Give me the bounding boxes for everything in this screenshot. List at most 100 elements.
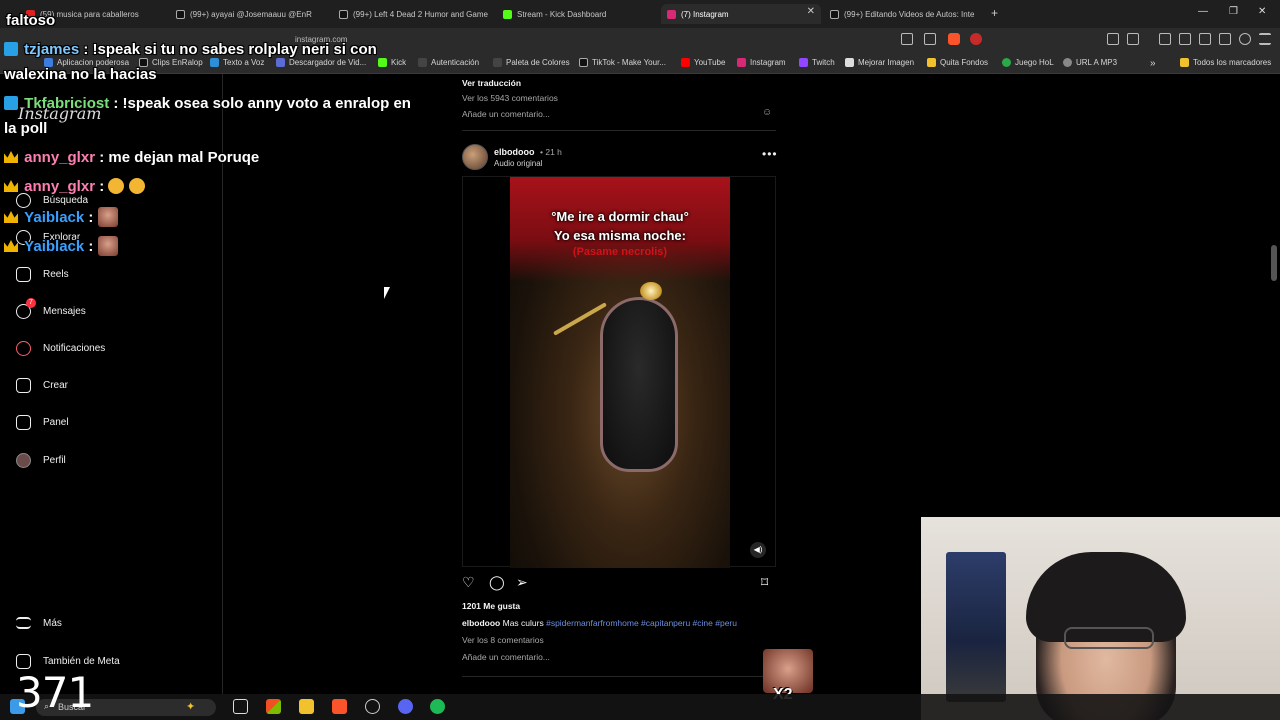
media-icon[interactable]: [1159, 33, 1171, 45]
post-author-avatar[interactable]: [462, 144, 488, 170]
video-scene-shoe: [600, 297, 678, 472]
video-caption-mid: Yo esa misma noche:: [554, 228, 686, 243]
crown-badge-icon: [4, 180, 18, 192]
bookmark[interactable]: Kick: [378, 58, 406, 67]
sidebar-item-tambien-de-meta[interactable]: También de Meta: [16, 654, 120, 669]
chat-username: Tkfabriciost: [24, 95, 110, 112]
add-comment-field[interactable]: Añade un comentario...: [462, 652, 550, 662]
tab-label: (99+) Left 4 Dead 2 Humor and Game: [353, 9, 488, 19]
face-emote-icon: [97, 236, 118, 256]
tiktok-icon: [579, 58, 588, 67]
sidebar-item-perfil[interactable]: Perfil: [16, 453, 66, 468]
brave-rewards-icon[interactable]: [970, 33, 982, 45]
bookmark[interactable]: Mejorar Imagen: [845, 58, 914, 67]
bookmark[interactable]: Quita Fondos: [927, 58, 988, 67]
bookmark[interactable]: Texto a Voz: [210, 58, 264, 67]
audio-toggle-icon[interactable]: ◀): [750, 542, 766, 558]
sidebar-item-panel[interactable]: Panel: [16, 415, 69, 430]
bookmark-favicon: [927, 58, 936, 67]
close-tab-icon[interactable]: ✕: [807, 6, 815, 17]
chat-message: Tkfabriciost : !speak osea solo anny vot…: [4, 95, 411, 113]
obs-icon[interactable]: [365, 699, 380, 714]
discord-icon[interactable]: [398, 699, 413, 714]
bookmark[interactable]: TikTok - Make Your...: [579, 58, 666, 67]
close-window-icon[interactable]: ✕: [1258, 6, 1266, 17]
minimize-icon[interactable]: —: [1198, 6, 1208, 17]
bookmark[interactable]: YouTube: [681, 58, 725, 67]
post-username[interactable]: elbodooo: [494, 147, 535, 157]
bookmarks-overflow-icon[interactable]: »: [1150, 58, 1156, 69]
sidebar-item-label: También de Meta: [43, 656, 120, 667]
browser-tab[interactable]: Stream - Kick Dashboard: [497, 4, 657, 24]
task-view-icon[interactable]: [233, 699, 248, 714]
chat-text: : !speak si tu no sabes rolplay neri si …: [83, 41, 377, 58]
post-media[interactable]: °Me ire a dormir chau° Yo esa misma noch…: [462, 176, 776, 568]
bookmark[interactable]: Autenticación: [418, 58, 479, 67]
caption-username[interactable]: elbodooo: [462, 618, 500, 628]
see-translation-link[interactable]: Ver traducción: [462, 78, 521, 88]
bookmark[interactable]: Paleta de Colores: [493, 58, 570, 67]
screenshot-icon[interactable]: [1127, 33, 1139, 45]
sidebar-item-label: Perfil: [43, 455, 66, 466]
bookmark[interactable]: Instagram: [737, 58, 786, 67]
sidebar-item-mensajes[interactable]: 7 Mensajes: [16, 298, 86, 319]
leo-ai-icon[interactable]: [1219, 33, 1231, 45]
bookmark[interactable]: URL A MP3: [1063, 58, 1117, 67]
reel-video[interactable]: °Me ire a dormir chau° Yo esa misma noch…: [510, 177, 730, 568]
file-explorer-icon[interactable]: [299, 699, 314, 714]
chat-message: Yaiblack :: [4, 236, 118, 256]
spotify-icon[interactable]: [430, 699, 445, 714]
sidebar-item-crear[interactable]: Crear: [16, 378, 68, 393]
all-bookmarks-folder[interactable]: Todos los marcadores: [1180, 58, 1271, 67]
sad-emoji-icon: [108, 178, 125, 194]
view-comments-link[interactable]: Ver los 8 comentarios: [462, 635, 544, 645]
new-tab-icon[interactable]: +: [991, 6, 998, 20]
vpn-icon[interactable]: [1239, 33, 1251, 45]
browser-tab[interactable]: (99+) Editando Videos de Autos: Inte: [824, 4, 984, 24]
add-comment-field[interactable]: Añade un comentario...: [462, 109, 550, 119]
post-audio[interactable]: Audio original: [494, 159, 542, 168]
maximize-icon[interactable]: ❐: [1229, 6, 1238, 17]
browser-tab-bar: (59) musica para caballeros (99+) ayayai…: [0, 0, 1280, 28]
browser-menu-icon[interactable]: [1259, 33, 1271, 45]
share-send-icon[interactable]: ➢: [516, 574, 528, 591]
sad-emoji-icon: [128, 178, 145, 194]
more-options-icon[interactable]: •••: [762, 147, 778, 161]
wallet-icon[interactable]: [1199, 33, 1211, 45]
chat-message: tzjames : !speak si tu no sabes rolplay …: [4, 41, 377, 59]
chat-text: :: [88, 209, 94, 226]
browser-tab[interactable]: (99+) Left 4 Dead 2 Humor and Game: [333, 4, 493, 24]
tab-label: (99+) ayayai @Josemaauu @EnR: [190, 9, 312, 19]
emoji-icon[interactable]: ☺: [762, 107, 772, 118]
extensions-icon[interactable]: [1107, 33, 1119, 45]
bookmark[interactable]: Descargador de Vid...: [276, 58, 366, 67]
bookmark[interactable]: Juego HoL: [1002, 58, 1054, 67]
bookmark-label: Quita Fondos: [940, 58, 989, 67]
sidebar-item-reels[interactable]: Reels: [16, 267, 69, 282]
chat-username: anny_glxr: [24, 149, 96, 166]
instagram-icon: [737, 58, 746, 67]
meta-icon: [16, 654, 31, 669]
chat-username: Yaiblack: [24, 238, 85, 255]
windows-taskbar: ⌕ Buscar ✦: [0, 694, 1280, 720]
brave-browser-icon[interactable]: [332, 699, 347, 714]
sidebar-item-mas[interactable]: Más: [16, 617, 62, 629]
sidebar-toggle-icon[interactable]: [1179, 33, 1191, 45]
share-icon[interactable]: [924, 33, 936, 45]
page-scrollbar[interactable]: [1271, 245, 1277, 281]
likes-count[interactable]: 1201 Me gusta: [462, 601, 520, 611]
bookmark-label: Autenticación: [431, 58, 480, 67]
cast-icon[interactable]: [901, 33, 913, 45]
store-icon[interactable]: [266, 699, 281, 714]
bookmark[interactable]: Twitch: [799, 58, 835, 67]
sidebar-item-notificaciones[interactable]: Notificaciones: [16, 341, 105, 356]
browser-tab[interactable]: (99+) ayayai @Josemaauu @EnR: [170, 4, 330, 24]
view-comments-link[interactable]: Ver los 5943 comentarios: [462, 93, 558, 103]
caption-hashtags[interactable]: #spidermanfarfromhome #capitanperu #cine…: [546, 618, 737, 628]
sidebar-item-label: Reels: [43, 269, 69, 280]
comment-icon[interactable]: ◯: [489, 574, 505, 591]
save-bookmark-icon[interactable]: ⌑: [761, 574, 768, 591]
like-heart-icon[interactable]: ♡: [462, 574, 475, 591]
browser-tab-active[interactable]: (7) Instagram ✕: [661, 4, 821, 24]
brave-shield-icon[interactable]: [948, 33, 960, 45]
